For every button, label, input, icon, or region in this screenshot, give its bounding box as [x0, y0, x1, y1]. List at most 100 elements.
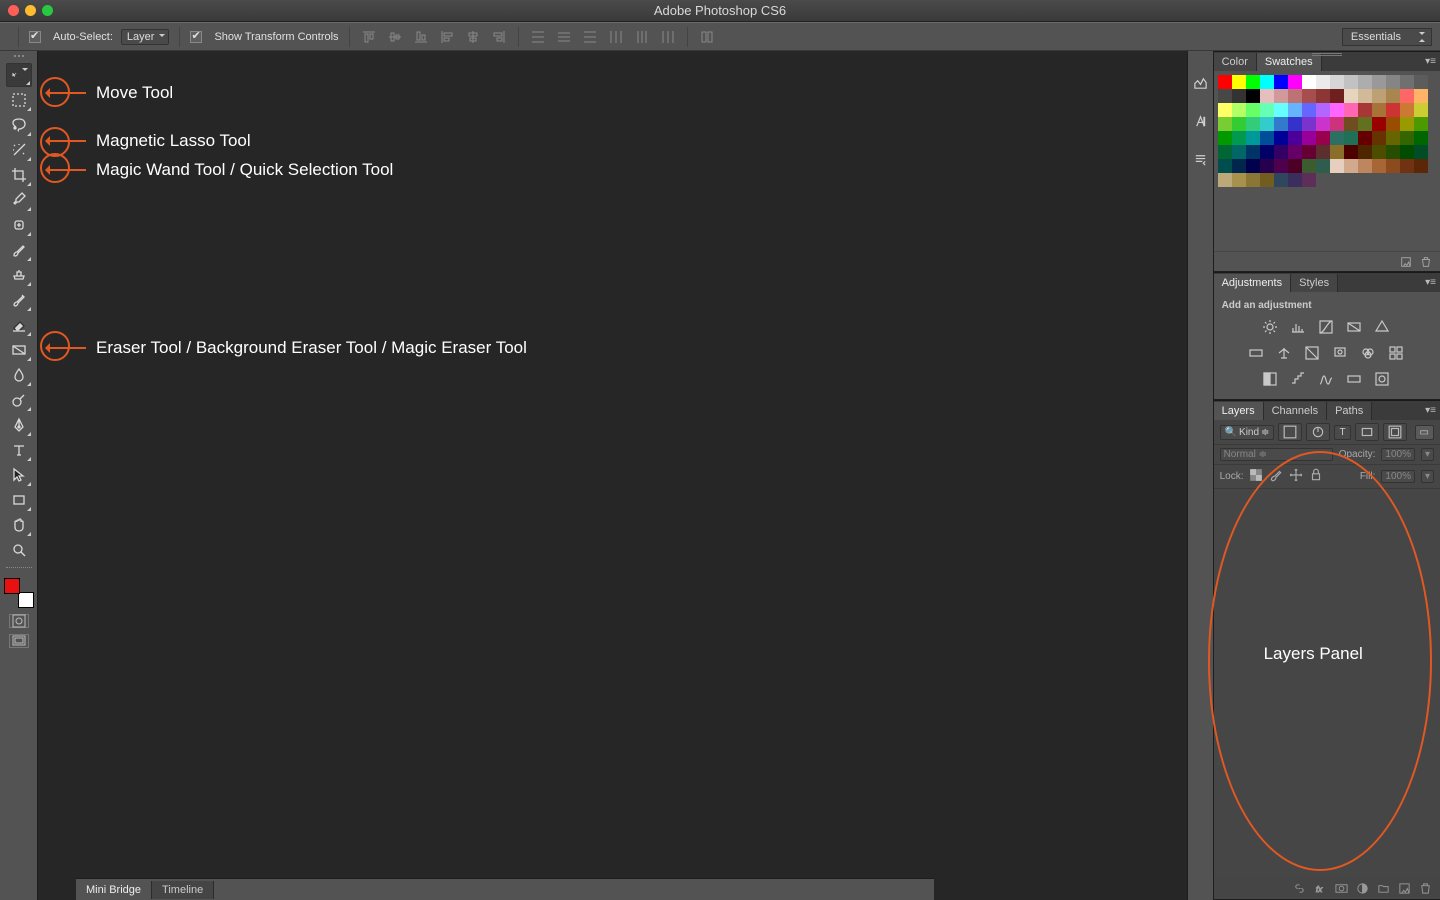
new-swatch-icon[interactable]: [1400, 256, 1412, 268]
swatch[interactable]: [1414, 159, 1428, 173]
swatch[interactable]: [1316, 75, 1330, 89]
path-selection-tool[interactable]: [6, 463, 32, 487]
distribute-top-icon[interactable]: [529, 28, 547, 46]
swatch[interactable]: [1288, 145, 1302, 159]
color-balance-icon[interactable]: [1276, 345, 1294, 363]
swatch[interactable]: [1218, 103, 1232, 117]
swatch[interactable]: [1358, 75, 1372, 89]
swatch[interactable]: [1232, 103, 1246, 117]
swatch[interactable]: [1316, 159, 1330, 173]
swatch[interactable]: [1330, 131, 1344, 145]
gradient-tool[interactable]: [6, 338, 32, 362]
pen-tool[interactable]: [6, 413, 32, 437]
swatch[interactable]: [1330, 75, 1344, 89]
shape-tool[interactable]: [6, 488, 32, 512]
swatch[interactable]: [1400, 117, 1414, 131]
swatch[interactable]: [1344, 89, 1358, 103]
swatch[interactable]: [1302, 89, 1316, 103]
swatch[interactable]: [1330, 159, 1344, 173]
zoom-tool[interactable]: [6, 538, 32, 562]
new-layer-icon[interactable]: [1398, 882, 1411, 895]
swatch[interactable]: [1330, 117, 1344, 131]
photo-filter-icon[interactable]: [1332, 345, 1350, 363]
swatch[interactable]: [1344, 117, 1358, 131]
swatch[interactable]: [1246, 117, 1260, 131]
swatch[interactable]: [1288, 117, 1302, 131]
opacity-flyout-icon[interactable]: ▾: [1421, 448, 1434, 461]
zoom-window-icon[interactable]: [42, 5, 53, 16]
filter-smart-icon[interactable]: [1383, 423, 1407, 441]
swatches-grid[interactable]: [1214, 71, 1440, 251]
paths-tab[interactable]: Paths: [1327, 402, 1372, 420]
swatch[interactable]: [1274, 75, 1288, 89]
swatch[interactable]: [1316, 131, 1330, 145]
swatch[interactable]: [1274, 159, 1288, 173]
swatch[interactable]: [1288, 159, 1302, 173]
threshold-icon[interactable]: [1318, 371, 1336, 389]
align-right-icon[interactable]: [490, 28, 508, 46]
swatch[interactable]: [1274, 145, 1288, 159]
swatch[interactable]: [1414, 75, 1428, 89]
swatch[interactable]: [1218, 159, 1232, 173]
swatch[interactable]: [1302, 173, 1316, 187]
swatch[interactable]: [1246, 89, 1260, 103]
healing-brush-tool[interactable]: [6, 213, 32, 237]
swatch[interactable]: [1400, 75, 1414, 89]
blur-tool[interactable]: [6, 363, 32, 387]
swatch[interactable]: [1386, 89, 1400, 103]
swatch[interactable]: [1274, 117, 1288, 131]
distribute-right-icon[interactable]: [659, 28, 677, 46]
swatch[interactable]: [1246, 145, 1260, 159]
delete-layer-icon[interactable]: [1419, 882, 1432, 895]
swatch[interactable]: [1260, 75, 1274, 89]
swatch[interactable]: [1372, 89, 1386, 103]
fill-flyout-icon[interactable]: ▾: [1421, 470, 1434, 483]
eraser-tool[interactable]: [6, 313, 32, 337]
swatch[interactable]: [1372, 117, 1386, 131]
filter-shape-icon[interactable]: [1355, 423, 1379, 441]
paragraph-panel-icon[interactable]: [1190, 149, 1210, 169]
align-hcenter-icon[interactable]: [464, 28, 482, 46]
swatch[interactable]: [1386, 131, 1400, 145]
layers-list[interactable]: Layers Panel: [1214, 489, 1440, 877]
swatch[interactable]: [1386, 103, 1400, 117]
layer-style-icon[interactable]: fx: [1314, 882, 1327, 895]
swatch[interactable]: [1218, 117, 1232, 131]
adjustment-layer-icon[interactable]: [1356, 882, 1369, 895]
swatch[interactable]: [1260, 173, 1274, 187]
group-icon[interactable]: [1377, 882, 1390, 895]
swatch[interactable]: [1302, 159, 1316, 173]
swatch[interactable]: [1358, 159, 1372, 173]
selective-color-icon[interactable]: [1374, 371, 1392, 389]
swatch[interactable]: [1414, 103, 1428, 117]
swatch[interactable]: [1232, 75, 1246, 89]
filter-adjust-icon[interactable]: [1306, 423, 1330, 441]
swatch[interactable]: [1414, 117, 1428, 131]
foreground-color-swatch[interactable]: [4, 578, 20, 594]
swatch[interactable]: [1274, 89, 1288, 103]
swatch[interactable]: [1400, 103, 1414, 117]
lasso-tool[interactable]: [6, 113, 32, 137]
swatch[interactable]: [1344, 159, 1358, 173]
channel-mixer-icon[interactable]: [1360, 345, 1378, 363]
align-vcenter-icon[interactable]: [386, 28, 404, 46]
filter-toggle-icon[interactable]: ▭: [1415, 425, 1434, 440]
swatch[interactable]: [1260, 131, 1274, 145]
swatch[interactable]: [1302, 75, 1316, 89]
swatch[interactable]: [1274, 131, 1288, 145]
link-layers-icon[interactable]: [1293, 882, 1306, 895]
swatch[interactable]: [1274, 173, 1288, 187]
swatch[interactable]: [1414, 89, 1428, 103]
auto-align-icon[interactable]: [698, 28, 716, 46]
swatch[interactable]: [1260, 159, 1274, 173]
hue-icon[interactable]: [1248, 345, 1266, 363]
opacity-field[interactable]: 100%: [1381, 448, 1415, 461]
swatch[interactable]: [1358, 117, 1372, 131]
swatch[interactable]: [1246, 75, 1260, 89]
move-tool[interactable]: [6, 63, 32, 87]
swatch[interactable]: [1386, 75, 1400, 89]
gradient-map-icon[interactable]: [1346, 371, 1364, 389]
swatch[interactable]: [1358, 131, 1372, 145]
quick-mask-icon[interactable]: [9, 614, 29, 628]
swatch[interactable]: [1372, 145, 1386, 159]
